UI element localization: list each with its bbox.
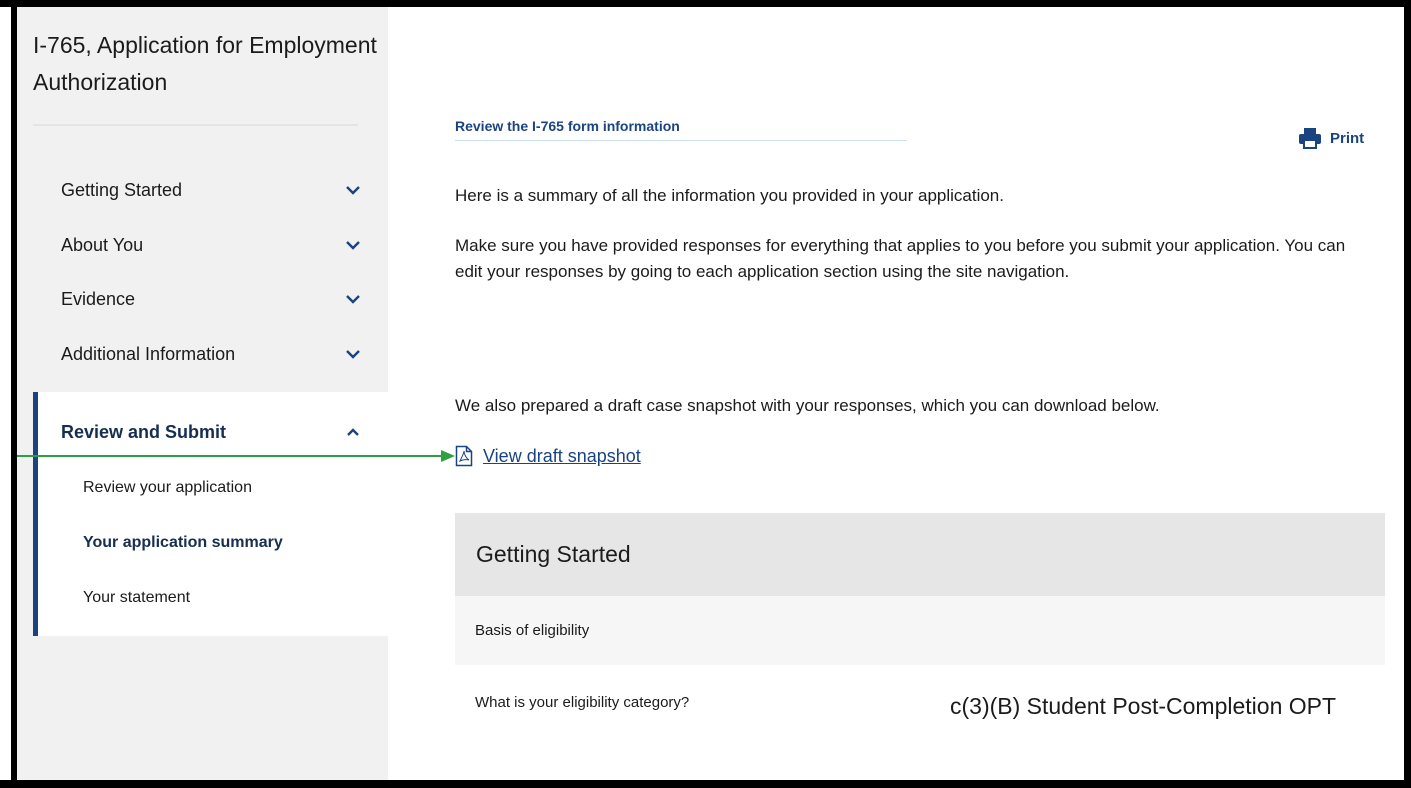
chevron-down-icon xyxy=(346,241,360,250)
pdf-file-icon xyxy=(455,445,473,467)
eligibility-answer: c(3)(B) Student Post-Completion OPT xyxy=(950,693,1337,719)
annotation-arrow xyxy=(17,450,455,462)
summary-instructions: Make sure you have provided responses fo… xyxy=(455,236,1346,281)
sidebar-item-review-and-submit[interactable]: Review and Submit xyxy=(61,414,361,450)
sidebar-item-label: About You xyxy=(61,234,144,255)
sidebar-subitem-your-statement[interactable]: Your statement xyxy=(83,589,190,607)
view-draft-snapshot-link[interactable]: View draft snapshot xyxy=(455,443,641,469)
snapshot-description: We also prepared a draft case snapshot w… xyxy=(455,396,1160,415)
chevron-down-icon xyxy=(346,350,360,359)
sidebar-item-about-you[interactable]: About You xyxy=(61,227,361,263)
sidebar-item-label: Getting Started xyxy=(61,179,183,200)
form-title: I-765, Application for Employment Author… xyxy=(33,32,377,95)
sidebar-item-label: Additional Information xyxy=(61,343,236,364)
sidebar-subitem-application-summary[interactable]: Your application summary xyxy=(83,534,283,552)
heading-underline xyxy=(455,140,907,141)
chevron-down-icon xyxy=(346,186,360,195)
section-title: Getting Started xyxy=(476,541,631,567)
section-subheading: Basis of eligibility xyxy=(455,596,1385,665)
sidebar-item-getting-started[interactable]: Getting Started xyxy=(61,172,361,208)
frame-top-border xyxy=(0,0,1411,7)
page-heading: Review the I-765 form information xyxy=(455,118,680,134)
review-submit-section: Review and Submit Review your applicatio… xyxy=(33,392,393,636)
subheading-label: Basis of eligibility xyxy=(475,622,590,639)
section-header: Getting Started xyxy=(455,513,1385,596)
print-label: Print xyxy=(1330,129,1365,147)
printer-icon xyxy=(1299,128,1321,149)
frame-right-border xyxy=(1404,0,1411,788)
sidebar-nav: I-765, Application for Employment Author… xyxy=(17,7,393,780)
print-button[interactable]: Print xyxy=(1298,125,1364,151)
sidebar-item-evidence[interactable]: Evidence xyxy=(61,281,361,317)
eligibility-question: What is your eligibility category? xyxy=(475,694,690,711)
summary-intro: Here is a summary of all the information… xyxy=(455,186,1004,205)
chevron-up-icon xyxy=(347,428,359,436)
sidebar-item-label: Review and Submit xyxy=(61,421,227,442)
sidebar-subitem-review-application[interactable]: Review your application xyxy=(83,479,252,497)
snapshot-link-label: View draft snapshot xyxy=(483,445,641,466)
sidebar-divider xyxy=(33,124,358,126)
frame-bottom-border xyxy=(0,780,1411,788)
chevron-down-icon xyxy=(346,295,360,304)
sidebar-item-additional-information[interactable]: Additional Information xyxy=(61,336,361,372)
sidebar-item-label: Evidence xyxy=(61,288,136,309)
